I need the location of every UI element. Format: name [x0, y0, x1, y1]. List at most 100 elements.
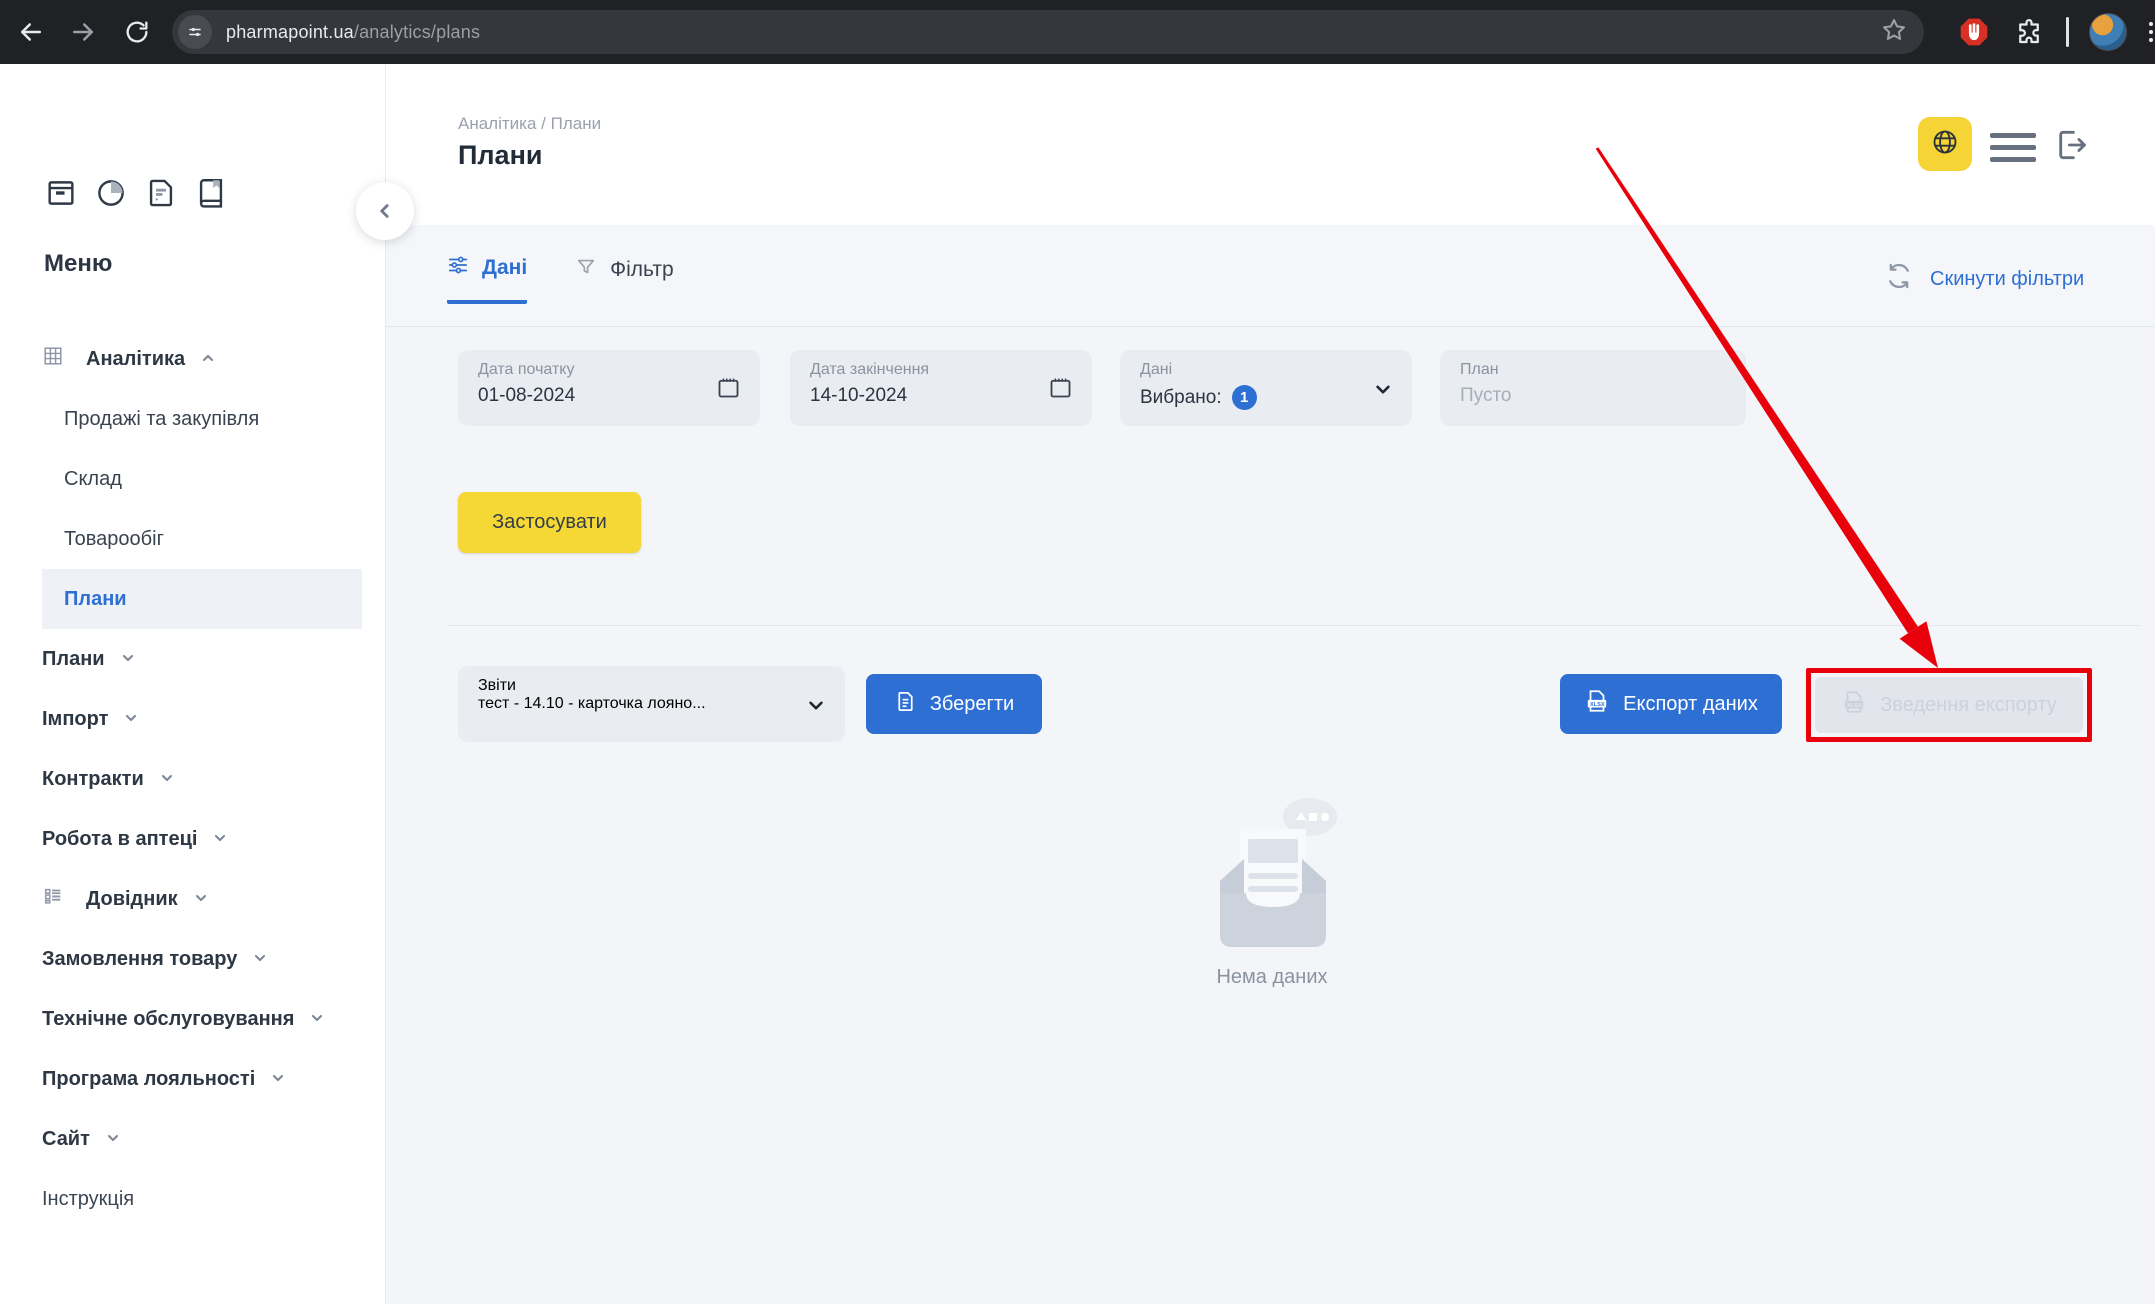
apply-button[interactable]: Застосувати	[458, 492, 641, 553]
sidebar-item-pharmacy-work[interactable]: Робота в аптеці	[0, 809, 386, 869]
reports-select-label: Звіти	[478, 677, 825, 695]
sidebar-item-contracts[interactable]: Контракти	[0, 749, 386, 809]
sidebar-item-label: Сайт	[42, 1128, 90, 1151]
sidebar-item-maintenance[interactable]: Технічне обслуговування	[0, 989, 386, 1049]
svg-text:XLSX: XLSX	[1590, 702, 1605, 708]
browser-forward-icon[interactable]	[66, 15, 100, 49]
breadcrumb: Аналітика / Плани	[458, 114, 601, 134]
calendar-icon[interactable]	[715, 374, 742, 406]
sliders-icon	[447, 254, 469, 282]
sidebar-item-label: Плани	[42, 648, 105, 671]
empty-state-text: Нема даних	[1188, 966, 1356, 989]
sidebar-item-label: Технічне обслуговування	[42, 1008, 294, 1031]
sidebar-item-turnover[interactable]: Товарообіг	[0, 509, 386, 569]
toolbar-divider	[2066, 17, 2069, 47]
tab-data[interactable]: Дані	[447, 254, 527, 304]
export-data-button[interactable]: XLSX Експорт даних	[1560, 674, 1782, 734]
sidebar-item-loyalty-program[interactable]: Програма лояльності	[0, 1049, 386, 1109]
sidebar-item-instruction[interactable]: Інструкція	[0, 1169, 386, 1229]
sidebar-item-goods-order[interactable]: Замовлення товару	[0, 929, 386, 989]
pie-chart-icon[interactable]	[94, 176, 128, 215]
document-icon[interactable]	[144, 176, 178, 215]
chevron-down-icon	[122, 709, 140, 733]
adblock-extension-icon[interactable]	[1958, 16, 1990, 48]
sidebar-item-label: Імпорт	[42, 708, 108, 731]
data-select-value-text: Вибрано:	[1140, 387, 1222, 409]
browser-menu-icon[interactable]	[2149, 22, 2153, 42]
xlsx-file-icon: XLSX	[1841, 689, 1867, 721]
reset-filters-button[interactable]: Скинути фільтри	[1885, 262, 2084, 296]
browser-back-icon[interactable]	[14, 15, 48, 49]
empty-state: Нема даних	[1188, 793, 1356, 989]
tab-filter[interactable]: Фільтр	[575, 254, 673, 304]
sidebar-item-label: Довідник	[86, 888, 178, 911]
reset-filters-label: Скинути фільтри	[1930, 268, 2084, 291]
book-icon[interactable]	[194, 176, 228, 215]
sidebar-collapse-button[interactable]	[356, 182, 414, 240]
sidebar-item-label: Склад	[64, 468, 122, 491]
save-button[interactable]: Зберегти	[866, 674, 1042, 734]
menu-heading: Меню	[44, 250, 112, 278]
menu-toggle-icon[interactable]	[1990, 133, 2036, 162]
data-select-value: Вибрано: 1	[1140, 385, 1392, 410]
sidebar-item-analytics[interactable]: Аналітика	[0, 329, 386, 389]
chevron-down-icon	[251, 949, 269, 973]
profile-avatar[interactable]	[2089, 13, 2127, 51]
sidebar-item-plans-active[interactable]: Плани	[42, 569, 362, 629]
sidebar-item-sales-purchases[interactable]: Продажі та закупівля	[0, 389, 386, 449]
address-bar[interactable]: pharmapoint.ua/analytics/plans	[172, 10, 1924, 54]
chevron-up-icon	[199, 349, 217, 373]
tabs: Дані Фільтр	[447, 254, 674, 304]
export-summary-button[interactable]: XLSX Зведення експорту	[1815, 677, 2083, 733]
site-info-icon[interactable]	[178, 15, 212, 49]
data-select-label: Дані	[1140, 361, 1392, 379]
sidebar-item-site[interactable]: Сайт	[0, 1109, 386, 1169]
refresh-icon	[1885, 262, 1913, 296]
list-icon	[42, 885, 64, 913]
calendar-icon[interactable]	[1047, 374, 1074, 406]
extensions-puzzle-icon[interactable]	[2014, 17, 2044, 47]
chevron-down-icon	[158, 769, 176, 793]
start-date-label: Дата початку	[478, 361, 740, 379]
empty-inbox-icon	[1188, 793, 1356, 953]
sidebar-item-import[interactable]: Імпорт	[0, 689, 386, 749]
archive-box-icon[interactable]	[44, 176, 78, 215]
export-summary-label: Зведення експорту	[1880, 694, 2057, 717]
browser-toolbar: pharmapoint.ua/analytics/plans	[0, 0, 2155, 64]
start-date-value: 01-08-2024	[478, 385, 740, 407]
sidebar-item-label: Плани	[64, 588, 127, 611]
sidebar-item-label: Інструкція	[42, 1188, 134, 1211]
export-data-label: Експорт даних	[1623, 693, 1758, 716]
sidebar-item-label: Контракти	[42, 768, 144, 791]
browser-reload-icon[interactable]	[120, 15, 154, 49]
start-date-field[interactable]: Дата початку 01-08-2024	[458, 350, 760, 426]
sidebar-item-plans-section[interactable]: Плани	[0, 629, 386, 689]
reports-select[interactable]: Звіти тест - 14.10 - карточка лояно...	[458, 666, 845, 742]
chevron-down-icon[interactable]	[803, 692, 829, 723]
chevron-down-icon[interactable]	[1370, 376, 1396, 407]
selected-count-badge: 1	[1232, 385, 1257, 410]
plan-select-placeholder: Пусто	[1460, 385, 1726, 407]
save-button-label: Зберегти	[930, 693, 1014, 716]
sidebar-item-label: Програма лояльності	[42, 1068, 255, 1091]
chevron-down-icon	[308, 1009, 326, 1033]
data-select-field[interactable]: Дані Вибрано: 1	[1120, 350, 1412, 426]
chevron-down-icon	[119, 649, 137, 673]
end-date-field[interactable]: Дата закінчення 14-10-2024	[790, 350, 1092, 426]
sidebar-item-directory[interactable]: Довідник	[0, 869, 386, 929]
reports-select-value: тест - 14.10 - карточка лояно...	[478, 695, 788, 713]
url-text: pharmapoint.ua/analytics/plans	[226, 22, 480, 43]
language-button[interactable]	[1918, 117, 1972, 171]
sidebar-item-label: Продажі та закупівля	[64, 408, 259, 431]
sidebar: Меню Аналітика Продажі та закупівля Скла…	[0, 64, 386, 1304]
url-host: pharmapoint.ua	[226, 22, 354, 42]
page-title: Плани	[458, 140, 542, 171]
sidebar-item-label: Аналітика	[86, 348, 185, 371]
logout-icon[interactable]	[2052, 126, 2090, 169]
funnel-icon	[575, 256, 597, 284]
bookmark-star-icon[interactable]	[1880, 16, 1908, 49]
plan-select-field[interactable]: План Пусто	[1440, 350, 1746, 426]
xlsx-file-icon: XLSX	[1584, 688, 1610, 720]
sidebar-item-warehouse[interactable]: Склад	[0, 449, 386, 509]
end-date-value: 14-10-2024	[810, 385, 1072, 407]
